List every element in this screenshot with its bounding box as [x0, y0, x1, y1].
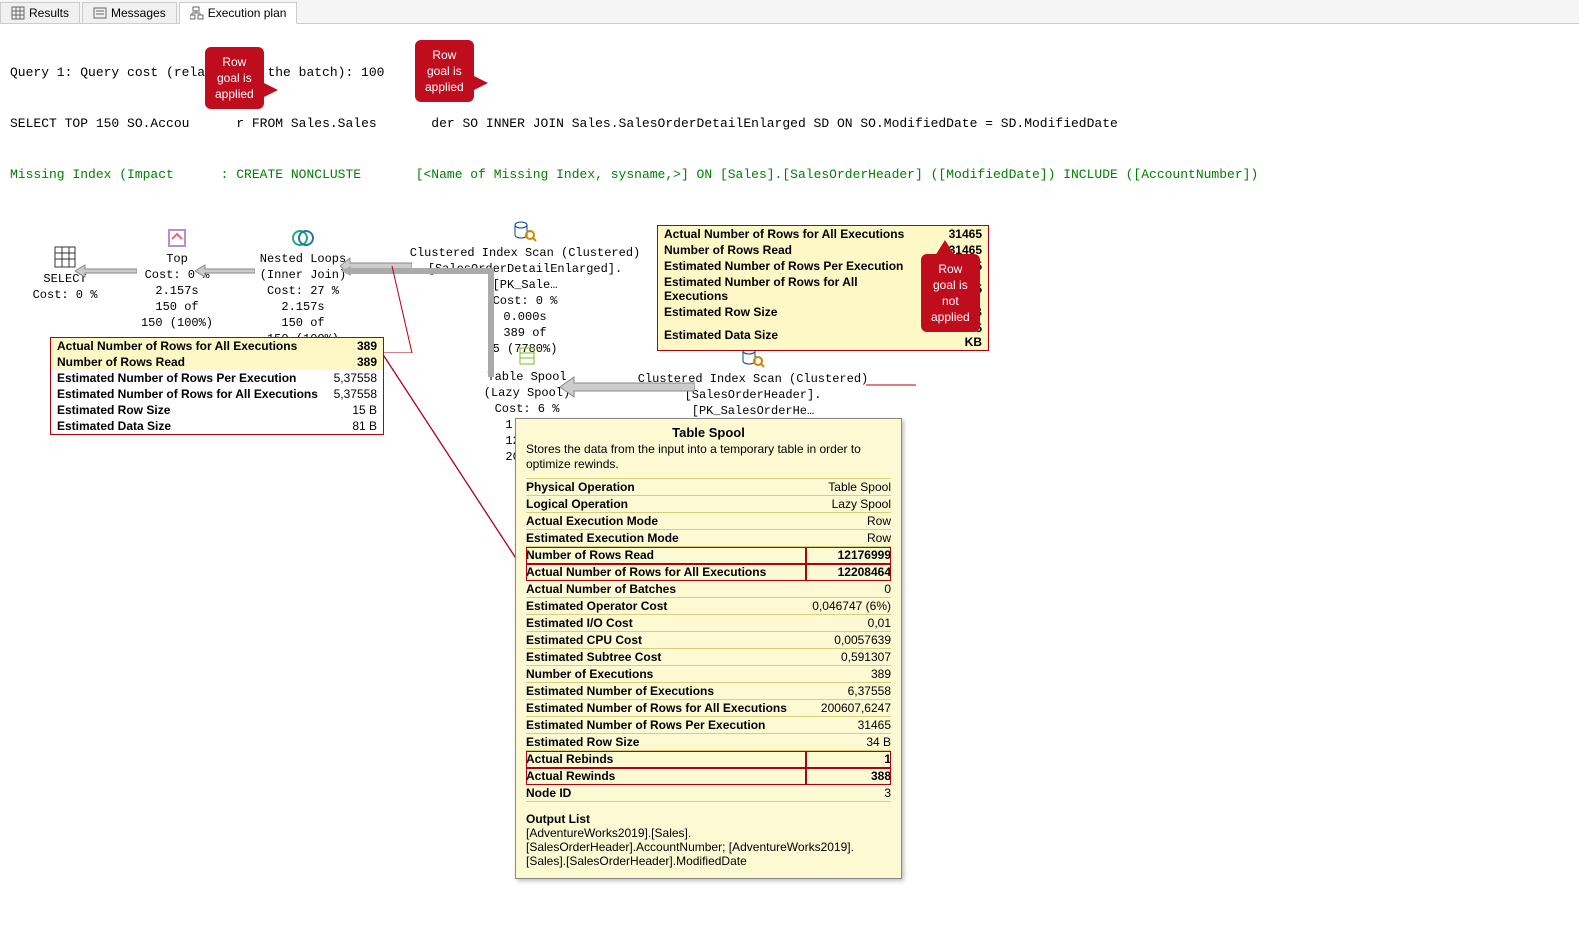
tooltip-row: Physical OperationTable Spool	[526, 479, 891, 496]
stats-row: Estimated Number of Rows Per Execution5,…	[51, 370, 383, 386]
execution-plan-icon	[190, 6, 204, 20]
spool-cost: Cost: 6 %	[472, 401, 582, 417]
select-icon	[53, 245, 77, 269]
tooltip-row: Actual Number of Rows for All Executions…	[526, 564, 891, 581]
node-index-scan-1[interactable]: Clustered Index Scan (Clustered) [SalesO…	[405, 219, 645, 357]
spool-title: Table Spool	[472, 369, 582, 385]
tooltip-row: Estimated Number of Executions6,37558	[526, 683, 891, 700]
top-operator-icon	[166, 227, 188, 249]
tab-messages-label: Messages	[111, 6, 166, 20]
tooltip-row: Logical OperationLazy Spool	[526, 496, 891, 513]
hdr-l1: Query 1: Query cost (relative to the bat…	[10, 65, 384, 80]
hdr-l3c: [<Name of Missing Index, sysname,>] ON […	[416, 167, 1259, 182]
stats-row: Number of Rows Read389	[51, 354, 383, 370]
node-select[interactable]: SELECT Cost: 0 %	[30, 245, 100, 303]
tooltip-row: Estimated Execution ModeRow	[526, 530, 891, 547]
tooltip-table-spool: Table Spool Stores the data from the inp…	[515, 418, 902, 879]
top-title: Top	[132, 251, 222, 267]
scan1-title: Clustered Index Scan (Clustered)	[405, 245, 645, 261]
tooltip-row: Estimated CPU Cost0,0057639	[526, 632, 891, 649]
tab-results[interactable]: Results	[0, 2, 80, 23]
tab-messages[interactable]: Messages	[82, 2, 177, 23]
tooltip-row: Number of Executions389	[526, 666, 891, 683]
tooltip-row: Estimated Number of Rows Per Execution31…	[526, 717, 891, 734]
callout-rowgoal-1: Row goal is applied	[205, 47, 264, 109]
tooltip-row: Number of Rows Read12176999	[526, 547, 891, 564]
top-rows: 150 of	[132, 299, 222, 315]
top-dur: 2.157s	[132, 283, 222, 299]
nl-dur: 2.157s	[248, 299, 358, 315]
tooltip-row: Estimated Row Size34 B	[526, 734, 891, 751]
scan1-dur: 0.000s	[405, 309, 645, 325]
tooltip-output-list: [AdventureWorks2019].[Sales]. [SalesOrde…	[526, 826, 891, 868]
tooltip-desc: Stores the data from the input into a te…	[526, 442, 891, 472]
scan1-sub: [SalesOrderDetailEnlarged].[PK_Sale…	[405, 261, 645, 293]
tooltip-title: Table Spool	[526, 425, 891, 440]
messages-icon	[93, 6, 107, 20]
stats-box-scan1: Actual Number of Rows for All Executions…	[50, 337, 384, 435]
tooltip-row: Actual Execution ModeRow	[526, 513, 891, 530]
scan1-rows: 389 of	[405, 325, 645, 341]
node-nested-loops[interactable]: Nested Loops (Inner Join) Cost: 27 % 2.1…	[248, 227, 358, 347]
scan1-cost: Cost: 0 %	[405, 293, 645, 309]
tooltip-row: Estimated Number of Rows for All Executi…	[526, 700, 891, 717]
tab-results-label: Results	[29, 6, 69, 20]
stats-row: Estimated Number of Rows for All Executi…	[51, 386, 383, 402]
scan2-sub: [SalesOrderHeader].[PK_SalesOrderHe…	[628, 387, 878, 419]
node-top[interactable]: Top Cost: 0 % 2.157s 150 of 150 (100%)	[132, 227, 222, 331]
select-cost: Cost: 0 %	[30, 287, 100, 303]
tab-execution-plan[interactable]: Execution plan	[179, 2, 298, 24]
tooltip-row: Estimated I/O Cost0,01	[526, 615, 891, 632]
tooltip-row: Actual Number of Batches0	[526, 581, 891, 598]
tab-plan-label: Execution plan	[208, 6, 287, 20]
stats-row: Actual Number of Rows for All Executions…	[51, 338, 383, 354]
grid-icon	[11, 6, 25, 20]
hdr-l2a: SELECT TOP 150 SO.Accou	[10, 116, 189, 131]
callout-rowgoal-3: Row goal is not applied	[921, 254, 980, 332]
hdr-l3b: : CREATE NONCLUSTE	[221, 167, 361, 182]
select-title: SELECT	[30, 271, 100, 287]
top-cost: Cost: 0 %	[132, 267, 222, 283]
spool-sub: (Lazy Spool)	[472, 385, 582, 401]
stats-row: Estimated Row Size15 B	[51, 402, 383, 418]
nl-rows: 150 of	[248, 315, 358, 331]
tooltip-row: Estimated Operator Cost0,046747 (6%)	[526, 598, 891, 615]
hdr-l2b: r FROM Sales.Sales	[236, 116, 376, 131]
index-scan-icon	[513, 219, 537, 243]
nested-loops-icon	[292, 227, 314, 249]
nl-title: Nested Loops	[248, 251, 358, 267]
stats-row: Estimated Data Size81 B	[51, 418, 383, 434]
top-pct: 150 (100%)	[132, 315, 222, 331]
hdr-l3a: Missing Index (Impact	[10, 167, 182, 182]
results-tabs: Results Messages Execution plan	[0, 0, 1579, 24]
nl-sub: (Inner Join)	[248, 267, 358, 283]
plan-canvas[interactable]: SELECT Cost: 0 % Top Cost: 0 % 2.157s 15…	[0, 204, 1579, 925]
callout-rowgoal-2: Row goal is applied	[415, 40, 474, 102]
tooltip-row: Actual Rebinds1	[526, 751, 891, 768]
hdr-l2c: der SO INNER JOIN Sales.SalesOrderDetail…	[431, 116, 1118, 131]
tooltip-row: Node ID3	[526, 785, 891, 802]
table-spool-icon	[516, 345, 538, 367]
tooltip-row: Actual Rewinds388	[526, 768, 891, 785]
tooltip-row: Estimated Subtree Cost0,591307	[526, 649, 891, 666]
nl-cost: Cost: 27 %	[248, 283, 358, 299]
scan2-title: Clustered Index Scan (Clustered)	[628, 371, 878, 387]
